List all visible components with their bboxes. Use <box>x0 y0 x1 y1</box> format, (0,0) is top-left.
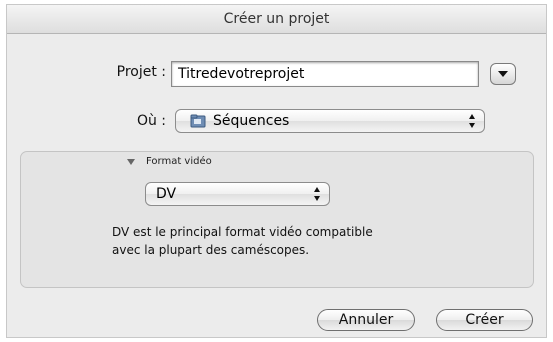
project-name-field[interactable]: Titredevotreprojet <box>171 61 479 87</box>
format-group-box <box>20 151 534 288</box>
ou-label: Où : <box>136 113 166 129</box>
expand-location-button[interactable] <box>490 63 516 85</box>
location-popup[interactable]: Séquences <box>175 109 485 133</box>
create-button[interactable]: Créer <box>436 309 533 331</box>
format-description: DV est le principal format vidéo compati… <box>112 223 442 259</box>
updown-arrows-icon <box>314 187 320 201</box>
format-section-label: Format vidéo <box>146 156 212 167</box>
updown-arrows-icon <box>469 114 475 128</box>
description-line: DV est le principal format vidéo compati… <box>112 225 373 239</box>
cancel-button[interactable]: Annuler <box>317 309 415 331</box>
format-popup[interactable]: DV <box>145 182 330 206</box>
description-line: avec la plupart des caméscopes. <box>112 243 310 257</box>
folder-icon <box>190 114 206 128</box>
disclosure-triangle-icon[interactable] <box>126 157 136 167</box>
location-value: Séquences <box>213 113 290 129</box>
dialog-title: Créer un projet <box>7 5 546 34</box>
projet-label: Projet : <box>116 64 166 80</box>
down-triangle-icon <box>498 71 508 77</box>
format-value: DV <box>156 186 177 202</box>
